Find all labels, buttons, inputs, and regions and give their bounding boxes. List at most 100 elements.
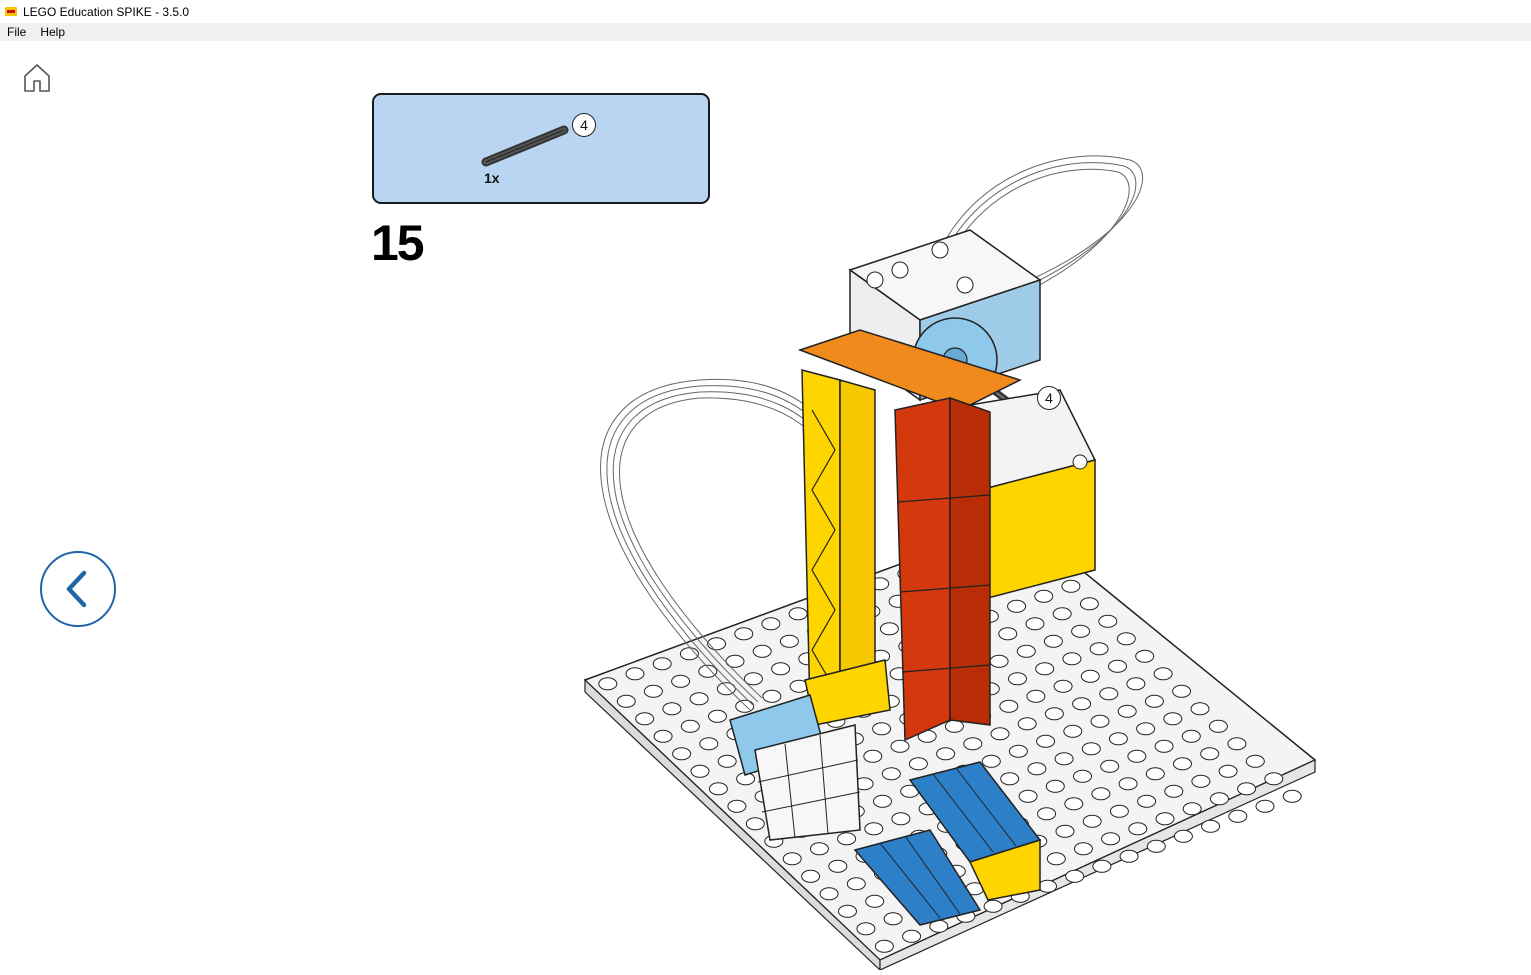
baseplate-stud xyxy=(727,799,747,813)
baseplate-stud xyxy=(761,617,781,631)
part-quantity: 1x xyxy=(484,170,500,186)
menu-file[interactable]: File xyxy=(0,25,33,39)
baseplate-stud xyxy=(1145,767,1165,781)
baseplate-stud xyxy=(1119,849,1139,863)
baseplate-stud xyxy=(837,832,857,846)
baseplate-stud xyxy=(1108,732,1128,746)
baseplate-stud xyxy=(1025,617,1045,631)
baseplate-stud xyxy=(1072,697,1092,711)
baseplate-stud xyxy=(745,817,765,831)
baseplate-stud xyxy=(771,662,791,676)
title-bar: LEGO Education SPIKE - 3.5.0 xyxy=(0,0,1531,23)
baseplate-stud xyxy=(672,747,692,761)
red-column xyxy=(894,396,991,742)
baseplate-stud xyxy=(1016,644,1036,658)
baseplate-stud xyxy=(1090,714,1110,728)
baseplate-stud xyxy=(936,747,956,761)
baseplate-stud xyxy=(1164,784,1184,798)
baseplate-stud xyxy=(1081,742,1101,756)
baseplate-stud xyxy=(846,877,866,891)
lego-app-icon xyxy=(5,7,17,16)
baseplate-stud xyxy=(1036,734,1056,748)
baseplate-stud xyxy=(1237,782,1257,796)
back-button[interactable] xyxy=(40,551,116,627)
baseplate-stud xyxy=(1163,712,1183,726)
baseplate-stud xyxy=(1079,597,1099,611)
home-icon xyxy=(24,64,50,92)
baseplate-stud xyxy=(883,912,903,926)
menu-help[interactable]: Help xyxy=(33,25,72,39)
baseplate-stud xyxy=(1218,764,1238,778)
baseplate-stud xyxy=(734,627,754,641)
baseplate-stud xyxy=(1201,819,1221,833)
baseplate-stud xyxy=(1255,799,1275,813)
baseplate-stud xyxy=(1027,762,1047,776)
baseplate-stud xyxy=(1191,774,1211,788)
baseplate-stud xyxy=(680,719,700,733)
baseplate-stud xyxy=(1073,769,1092,783)
baseplate-stud xyxy=(902,929,922,943)
baseplate-stud xyxy=(908,757,928,771)
baseplate-stud xyxy=(999,699,1019,713)
baseplate-stud xyxy=(1091,787,1111,801)
baseplate-stud xyxy=(1182,802,1202,816)
baseplate-stud xyxy=(819,887,839,901)
baseplate-stud xyxy=(874,939,894,953)
baseplate-stud xyxy=(1043,634,1063,648)
step-number: 15 xyxy=(371,215,425,271)
baseplate-stud xyxy=(1071,624,1091,638)
baseplate-stud xyxy=(1116,632,1136,646)
baseplate-stud xyxy=(1108,659,1127,673)
baseplate-stud xyxy=(983,899,1003,913)
baseplate-stud xyxy=(1118,777,1138,791)
baseplate-stud xyxy=(1089,642,1109,656)
baseplate-stud xyxy=(652,657,672,671)
baseplate-stud xyxy=(1035,662,1055,676)
baseplate-stud xyxy=(1017,717,1037,731)
baseplate-stud xyxy=(1000,772,1020,786)
home-button[interactable] xyxy=(21,62,53,94)
lego-model-illustration xyxy=(583,155,1317,970)
baseplate-stud xyxy=(1109,804,1129,818)
baseplate-stud xyxy=(879,622,899,636)
baseplate-stud xyxy=(1073,842,1093,856)
baseplate-stud xyxy=(788,607,808,621)
baseplate-stud xyxy=(707,637,727,651)
baseplate-stud xyxy=(944,719,964,733)
baseplate-stud xyxy=(856,922,876,936)
baseplate-stud xyxy=(689,692,709,706)
baseplate-stud xyxy=(762,689,782,703)
baseplate-stud xyxy=(1190,702,1210,716)
baseplate-stud xyxy=(662,702,682,716)
baseplate-stud xyxy=(801,869,821,883)
baseplate-stud xyxy=(1282,789,1302,803)
baseplate-stud xyxy=(872,722,892,736)
baseplate-stud xyxy=(1007,599,1027,613)
baseplate-stud xyxy=(1063,724,1083,738)
baseplate-stud xyxy=(598,677,618,691)
baseplate-stud xyxy=(1064,797,1084,811)
baseplate-stud xyxy=(1264,772,1284,786)
baseplate-stud xyxy=(1008,744,1028,758)
baseplate-stud xyxy=(752,644,772,658)
baseplate-stud xyxy=(873,794,892,808)
baseplate-stud xyxy=(616,694,636,708)
baseplate-stud xyxy=(735,699,755,713)
baseplate-stud xyxy=(809,842,829,856)
baseplate-stud xyxy=(1062,652,1082,666)
baseplate-stud xyxy=(1126,677,1146,691)
baseplate-stud xyxy=(1146,839,1166,853)
baseplate-stud xyxy=(625,667,645,681)
baseplate-stud xyxy=(635,712,655,726)
baseplate-stud xyxy=(1008,672,1027,686)
baseplate-stud xyxy=(1045,779,1065,793)
baseplate-stud xyxy=(1144,694,1164,708)
baseplate-stud xyxy=(1046,852,1066,866)
baseplate-stud xyxy=(990,727,1010,741)
baseplate-stud xyxy=(1245,754,1265,768)
baseplate-stud xyxy=(1038,879,1057,893)
baseplate-stud xyxy=(963,737,983,751)
baseplate-stud xyxy=(671,674,691,688)
baseplate-stud xyxy=(1092,859,1112,873)
baseplate-stud xyxy=(1098,614,1118,628)
